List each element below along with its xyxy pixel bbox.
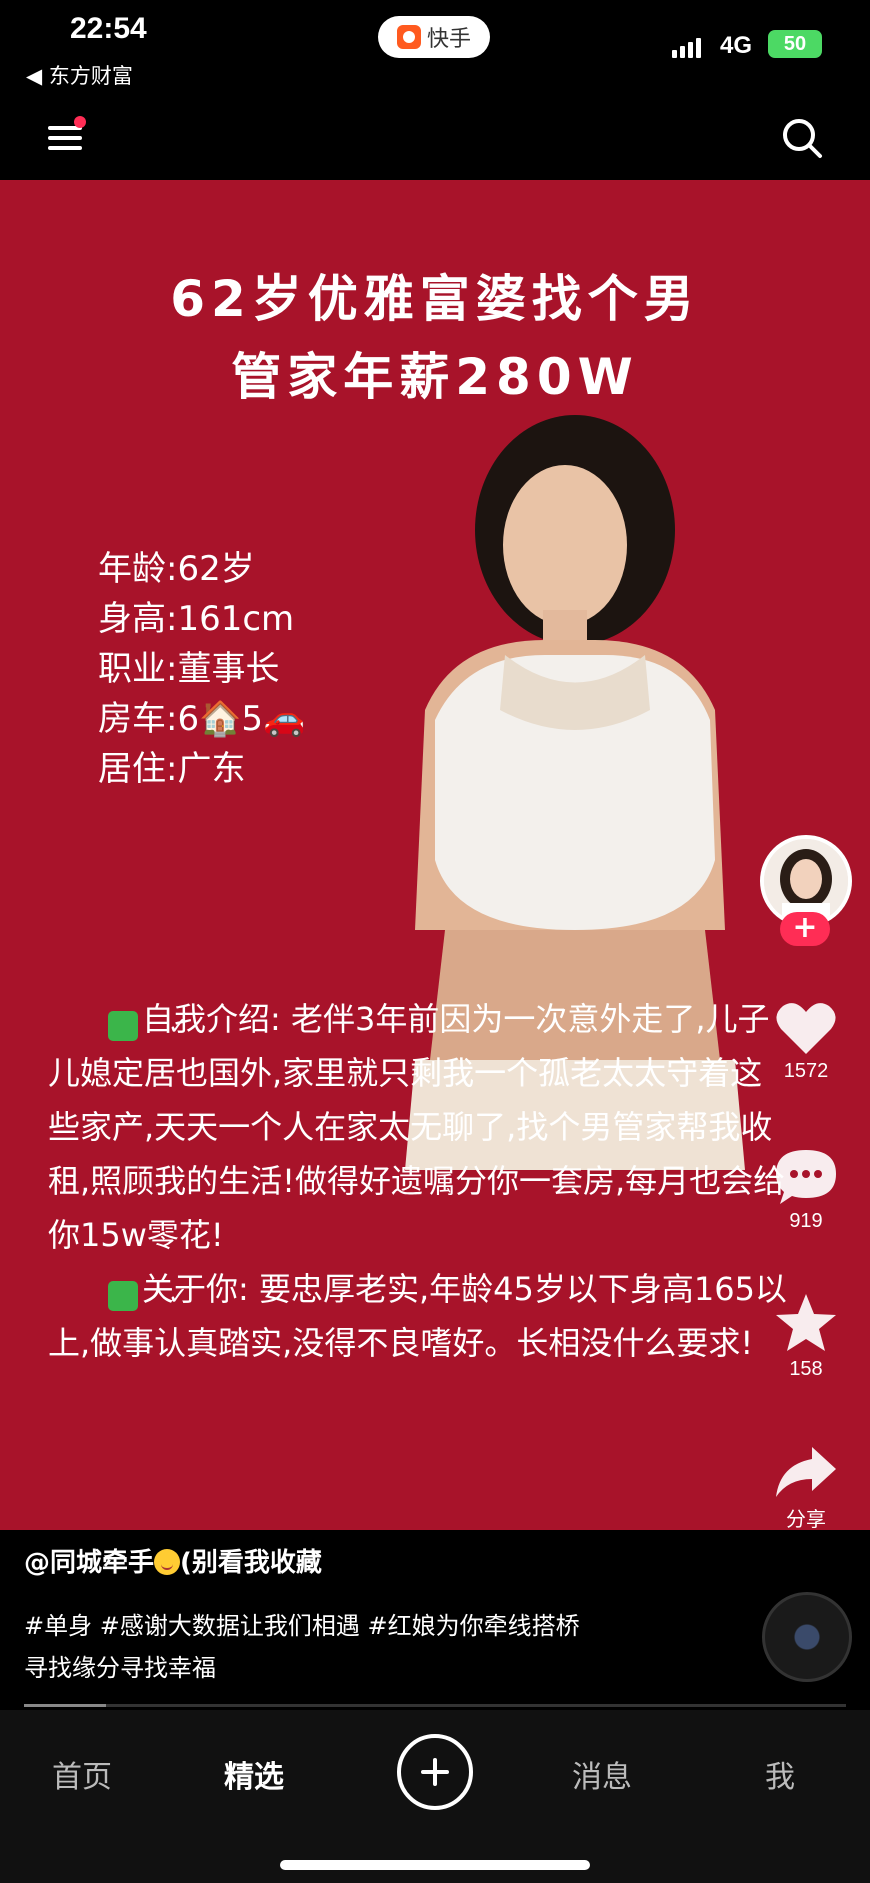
network-type: 4G [720, 32, 753, 59]
battery-indicator: 50 [768, 30, 822, 58]
info-value: :6🏠5🚗 [166, 699, 306, 739]
post-title-line1: 62岁优雅富婆找个男 [170, 270, 700, 328]
caption-area: @同城牵手 (别看我收藏 #单身 #感谢大数据让我们相遇 #红娘为你牵线搭桥 寻找… [0, 1530, 870, 1710]
favorite-button[interactable]: 158 [760, 1292, 852, 1381]
share-button[interactable]: 分享 [760, 1445, 852, 1532]
top-nav [0, 100, 870, 180]
progress-fill [24, 1704, 107, 1707]
tab-me[interactable]: 我 [765, 1752, 795, 1796]
tab-home[interactable]: 首页 [52, 1752, 112, 1796]
info-label: 居住 [98, 749, 166, 789]
intro-you-text: 关于你: 要忠厚老实,年龄45岁以下身高165以上,做事认真踏实,没得不良嗜好。… [48, 1270, 787, 1362]
author-name-suffix: (别看我收藏 [180, 1548, 322, 1578]
info-label: 年龄 [98, 549, 166, 589]
star-icon [776, 1294, 836, 1351]
comment-button[interactable]: 919 [760, 1148, 852, 1233]
info-label: 职业 [98, 649, 166, 689]
follow-button[interactable]: + [780, 912, 830, 946]
info-value: :62岁 [166, 549, 255, 589]
comment-count: 919 [789, 1210, 823, 1232]
info-label: 房车 [98, 699, 166, 739]
intro-self-text: 自我介绍: 老伴3年前因为一次意外走了,儿子儿媳定居也国外,家里就只剩我一个孤老… [48, 1000, 786, 1254]
info-occupation: 职业:董事长 [98, 646, 279, 692]
share-icon [776, 1447, 836, 1497]
author-name-text: @同城牵手 [24, 1548, 155, 1578]
info-age: 年龄:62岁 [98, 546, 255, 592]
tab-messages[interactable]: 消息 [572, 1752, 632, 1796]
post-title-line2: 管家年薪280W [231, 348, 639, 406]
info-property: 房车:6🏠5🚗 [98, 696, 305, 742]
hashtags[interactable]: #单身 #感谢大数据让我们相遇 #红娘为你牵线搭桥 寻找缘分寻找幸福 [24, 1605, 684, 1689]
favorite-count: 158 [789, 1358, 823, 1380]
post-card[interactable]: 62岁优雅富婆找个男 管家年薪280W 年龄:62岁 身高:161cm 职业:董… [0, 180, 870, 1530]
info-value: :广东 [166, 749, 246, 789]
hashtag-line[interactable]: 寻找缘分寻找幸福 [24, 1647, 684, 1689]
hashtag-line[interactable]: #单身 #感谢大数据让我们相遇 #红娘为你牵线搭桥 [24, 1605, 684, 1647]
info-residence: 居住:广东 [98, 746, 245, 792]
search-icon[interactable] [780, 116, 824, 160]
bottom-tab-bar: 首页 精选 消息 我 [0, 1710, 870, 1883]
post-title: 62岁优雅富婆找个男 管家年薪280W [0, 260, 870, 416]
author-name[interactable]: @同城牵手 (别看我收藏 [24, 1542, 322, 1579]
app-badge: 快手 [378, 16, 490, 58]
signal-icon [672, 36, 701, 58]
share-label: 分享 [786, 1509, 826, 1531]
post-description: ✓自我介绍: 老伴3年前因为一次意外走了,儿子儿媳定居也国外,家里就只剩我一个孤… [48, 992, 788, 1370]
info-label: 身高 [98, 599, 166, 639]
back-to-app-link[interactable]: ◀ 东方财富 [26, 60, 133, 90]
music-disc-icon[interactable] [762, 1592, 852, 1682]
video-progress-bar[interactable] [24, 1704, 846, 1707]
info-value: :161cm [166, 599, 295, 639]
status-bar: 22:54 ◀ 东方财富 快手 4G 50 [0, 0, 870, 100]
heart-icon [776, 1003, 836, 1054]
app-name: 快手 [426, 27, 471, 52]
info-value: :董事长 [166, 649, 280, 689]
status-time: 22:54 [70, 12, 147, 45]
smiling-face-icon [154, 1549, 181, 1575]
like-button[interactable]: 1572 [760, 1000, 852, 1083]
like-count: 1572 [783, 1060, 829, 1082]
notification-dot [74, 116, 86, 128]
create-post-button[interactable] [397, 1734, 473, 1810]
home-indicator [280, 1860, 590, 1870]
app-logo-icon [396, 25, 421, 49]
comment-icon [776, 1150, 836, 1204]
checkmark-icon: ✓ [108, 1011, 188, 1041]
checkmark-icon: ✓ [108, 1281, 188, 1311]
info-height: 身高:161cm [98, 596, 294, 642]
tab-featured[interactable]: 精选 [224, 1752, 284, 1796]
